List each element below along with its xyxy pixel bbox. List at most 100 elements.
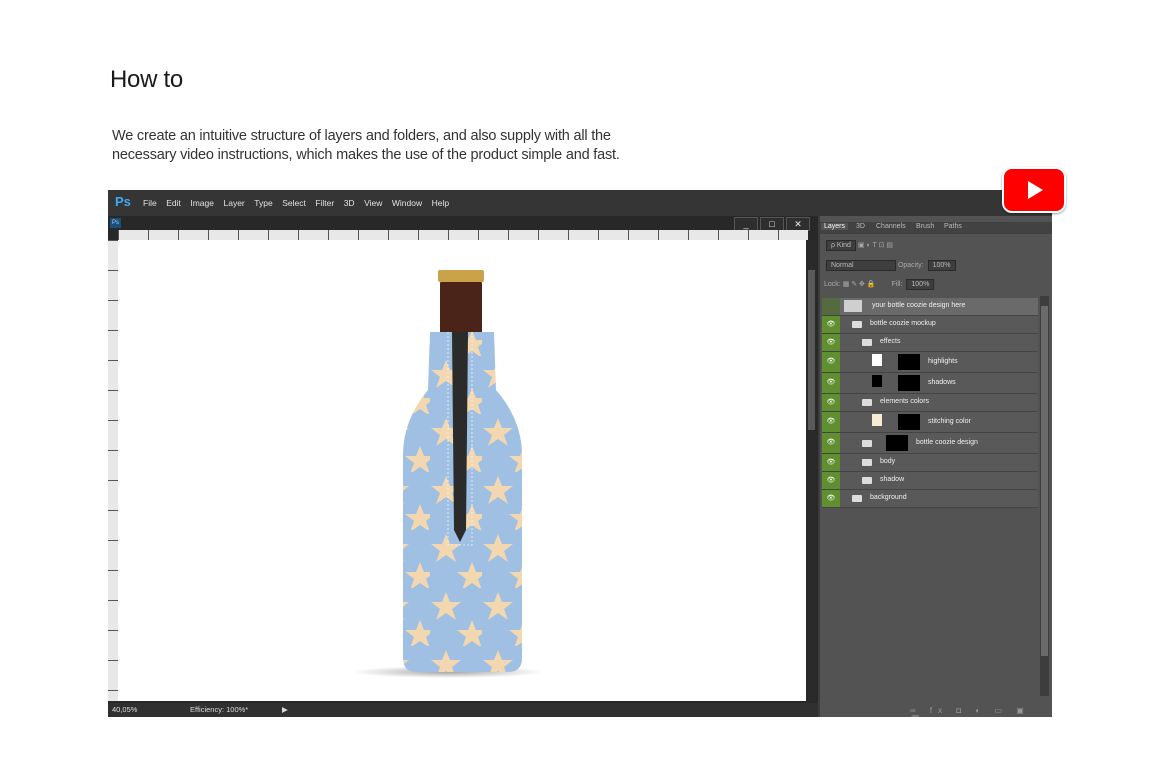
mask-thumbnail [886,435,908,451]
menu-bar: Ps File Edit Image Layer Type Select Fil… [108,190,1052,216]
layer-thumbnail [872,354,882,366]
eye-icon[interactable]: 👁 [822,394,840,411]
fill-input[interactable]: 100% [906,279,935,290]
layer-name: highlights [928,358,958,365]
layer-row[interactable]: your bottle coozie design here [822,298,1038,316]
menu-edit[interactable]: Edit [166,198,181,208]
layer-name: bottle coozie mockup [870,320,936,327]
status-bar: 40,05% Efficiency: 100%* ▶ [108,703,818,717]
layer-row[interactable]: 👁 body [822,454,1038,472]
photoshop-logo: Ps [115,194,131,209]
lock-row: Lock: ▦ ✎ ✥ 🔒 Fill: 100% [824,279,935,290]
folder-icon [862,399,872,406]
lock-label: Lock: [824,281,841,288]
menu-help[interactable]: Help [432,198,449,208]
minimize-button[interactable]: _ [734,217,758,231]
eye-icon[interactable]: 👁 [822,490,840,507]
layer-thumbnail [872,375,882,387]
menu-type[interactable]: Type [254,198,272,208]
eye-icon[interactable]: 👁 [822,433,840,453]
menu-view[interactable]: View [364,198,382,208]
status-arrow-icon[interactable]: ▶ [282,705,288,714]
blend-row: Normal Opacity: 100% [824,260,956,271]
kind-filter-row: ρ Kind ▣ ◐ T ⊡ ▤ [824,240,893,251]
menu-items: File Edit Image Layer Type Select Filter… [143,198,459,208]
description: We create an intuitive structure of laye… [112,128,620,163]
menu-image[interactable]: Image [190,198,214,208]
folder-icon [862,459,872,466]
layer-row[interactable]: 👁 stitching color [822,412,1038,433]
mask-thumbnail [898,354,920,370]
visibility-toggle-icon[interactable] [822,298,840,315]
blend-mode-select[interactable]: Normal [826,260,896,271]
tab-brush[interactable]: Brush [916,223,934,230]
tab-paths[interactable]: Paths [944,223,962,230]
menu-select[interactable]: Select [282,198,306,208]
opacity-input[interactable]: 100% [927,260,956,271]
layers-scroll-thumb[interactable] [1041,306,1048,656]
menu-file[interactable]: File [143,198,157,208]
eye-icon[interactable]: 👁 [822,373,840,393]
layer-name: shadow [880,476,905,483]
layer-row[interactable]: 👁 shadows [822,373,1038,394]
layers-scrollbar[interactable] [1040,296,1049,696]
layer-row[interactable]: 👁 bottle coozie mockup [822,316,1038,334]
document-canvas[interactable] [118,240,806,701]
canvas-vertical-scrollbar[interactable] [807,240,816,701]
layer-row[interactable]: 👁 elements colors [822,394,1038,412]
layer-row[interactable]: 👁 bottle coozie design [822,433,1038,454]
opacity-label: Opacity: [897,262,924,269]
folder-icon [862,440,872,447]
layer-name: effects [880,338,901,345]
panel-tabs: Layers 3D Channels Brush Paths [820,222,1052,234]
photoshop-screenshot: Ps File Edit Image Layer Type Select Fil… [108,190,1052,717]
panel-footer-icons[interactable]: ∞ fx ◘ ◐ ▭ ▣ 🗑 [910,706,1052,717]
zipper [452,332,468,542]
layer-row[interactable]: 👁 highlights [822,352,1038,373]
menu-filter[interactable]: Filter [315,198,334,208]
document-area: Ps _ □ ✕ 40,05% Efficiency: 100%* ▶ [108,216,818,717]
close-button[interactable]: ✕ [786,217,810,231]
eye-icon[interactable]: 👁 [822,412,840,432]
tab-layers[interactable]: Layers [821,223,849,230]
folder-icon [852,495,862,502]
eye-icon[interactable]: 👁 [822,472,840,489]
eye-icon[interactable]: 👁 [822,352,840,372]
folder-icon [862,477,872,484]
menu-layer[interactable]: Layer [223,198,244,208]
tab-3d[interactable]: 3D [856,223,865,230]
layer-thumbnail [872,414,882,426]
youtube-play-icon[interactable] [1002,167,1066,213]
efficiency-status: Efficiency: 100%* [190,705,249,714]
layer-name: stitching color [928,418,971,425]
window-buttons: _ □ ✕ [734,217,810,231]
eye-icon[interactable]: 👁 [822,454,840,471]
ruler-vertical[interactable] [108,240,118,701]
folder-icon [862,339,872,346]
smart-object-thumbnail [844,300,862,312]
maximize-button[interactable]: □ [760,217,784,231]
zoom-level[interactable]: 40,05% [112,705,137,714]
layer-row[interactable]: 👁 background [822,490,1038,508]
kind-filter[interactable]: ρ Kind [826,240,856,251]
layer-name: shadows [928,379,956,386]
layers-panel: Layers 3D Channels Brush Paths ρ Kind ▣ … [820,216,1052,717]
ruler-horizontal[interactable] [118,230,808,240]
tab-channels[interactable]: Channels [876,223,906,230]
folder-icon [852,321,862,328]
mask-thumbnail [898,414,920,430]
menu-3d[interactable]: 3D [344,198,355,208]
filter-icons[interactable]: ▣ ◐ T ⊡ ▤ [858,242,893,249]
layer-row[interactable]: 👁 effects [822,334,1038,352]
play-icon [1028,181,1043,199]
scroll-thumb[interactable] [808,270,815,430]
layer-name: your bottle coozie design here [872,302,966,309]
layer-row[interactable]: 👁 shadow [822,472,1038,490]
menu-window[interactable]: Window [392,198,422,208]
eye-icon[interactable]: 👁 [822,316,840,333]
bottle-coozie-image [353,270,543,678]
lock-icons[interactable]: ▦ ✎ ✥ 🔒 [843,281,876,288]
mask-thumbnail [898,375,920,391]
fill-label: Fill: [891,281,903,288]
eye-icon[interactable]: 👁 [822,334,840,351]
